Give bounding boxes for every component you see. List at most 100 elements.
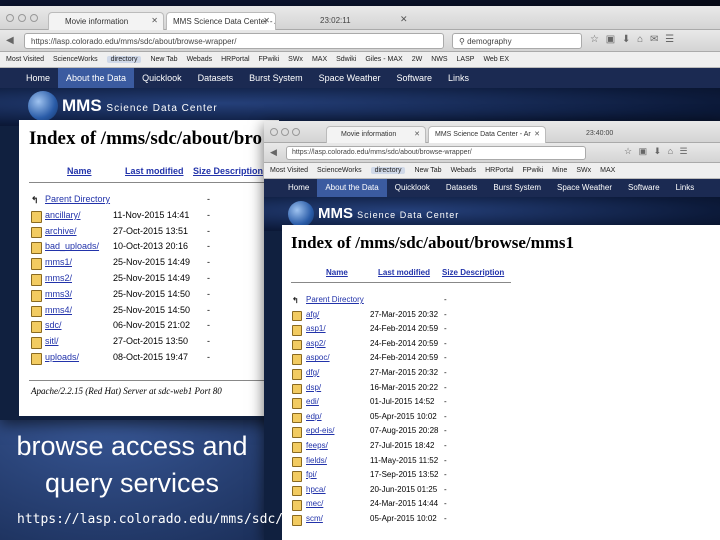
file-link[interactable]: mec/ — [306, 499, 323, 508]
file-link[interactable]: asp2/ — [306, 339, 326, 348]
close-tab-icon[interactable]: ✕ — [534, 130, 540, 138]
file-link[interactable]: edp/ — [306, 412, 322, 421]
file-link[interactable]: asp1/ — [306, 324, 326, 333]
bookmark-item[interactable]: New Tab — [150, 56, 177, 63]
close-dot[interactable] — [6, 14, 14, 22]
col-size-header[interactable]: Size Description — [442, 268, 504, 277]
bookmark-item[interactable]: Webads — [187, 56, 213, 63]
bookmark-item[interactable]: directory — [106, 56, 142, 63]
bookmark-item[interactable]: HRPortal — [485, 167, 513, 174]
back-tab-2[interactable]: MMS Science Data Center - Ar ✕ — [166, 12, 276, 30]
bookmark-item[interactable]: ScienceWorks — [53, 56, 98, 63]
bookmark-item[interactable]: Web EX — [483, 56, 509, 63]
file-link[interactable]: aspoc/ — [306, 353, 330, 362]
bookmark-item[interactable]: LASP — [457, 56, 475, 63]
minimize-dot[interactable] — [18, 14, 26, 22]
back-search-field[interactable]: ⚲ demography — [452, 33, 582, 49]
close-tab-icon[interactable]: ✕ — [414, 130, 420, 138]
menu-item[interactable]: Datasets — [190, 68, 242, 88]
file-link[interactable]: mms3/ — [45, 289, 72, 299]
caption-link[interactable]: https://lasp.colorado.edu/mms/sdc/ — [17, 512, 283, 527]
menu-item[interactable]: Burst System — [485, 179, 549, 197]
col-size-header[interactable]: Size Description — [193, 166, 263, 176]
file-link[interactable]: hpca/ — [306, 485, 326, 494]
menu-item[interactable]: Links — [668, 179, 703, 197]
file-link[interactable]: sdc/ — [45, 320, 62, 330]
minimize-dot[interactable] — [281, 128, 289, 136]
toolbar-icons[interactable]: ☆ ▣ ⬇ ⌂ ☰ — [624, 146, 690, 157]
bookmark-item[interactable]: Mine — [552, 167, 567, 174]
file-link[interactable]: ancillary/ — [45, 210, 81, 220]
menu-item[interactable]: Burst System — [241, 68, 311, 88]
menu-item[interactable]: Datasets — [438, 179, 486, 197]
file-link[interactable]: epd-eis/ — [306, 426, 334, 435]
nav-back-icon[interactable]: ◀ — [6, 35, 16, 46]
file-link[interactable]: archive/ — [45, 226, 77, 236]
modified-date: 24-Feb-2014 20:59 — [370, 324, 439, 334]
menu-item[interactable]: Links — [440, 68, 477, 88]
bookmark-item[interactable]: HRPortal — [221, 56, 249, 63]
file-link[interactable]: fields/ — [306, 456, 327, 465]
new-tab-button[interactable]: ✕ — [400, 14, 408, 25]
bookmark-item[interactable]: Most Visited — [270, 167, 308, 174]
col-name-header[interactable]: Name — [67, 166, 92, 176]
file-link[interactable]: dsp/ — [306, 383, 321, 392]
col-modified-header[interactable]: Last modified — [378, 268, 430, 277]
menu-item[interactable]: Quicklook — [387, 179, 438, 197]
file-link[interactable]: edi/ — [306, 397, 319, 406]
front-url-field[interactable]: https://lasp.colorado.edu/mms/sdc/about/… — [286, 146, 586, 160]
file-link[interactable]: Parent Directory — [306, 295, 364, 304]
col-modified-header[interactable]: Last modified — [125, 166, 184, 176]
file-link[interactable]: fpi/ — [306, 470, 317, 479]
back-url-field[interactable]: https://lasp.colorado.edu/mms/sdc/about/… — [24, 33, 444, 49]
close-dot[interactable] — [270, 128, 278, 136]
bookmark-item[interactable]: SWx — [288, 56, 303, 63]
close-tab-icon[interactable]: ✕ — [263, 16, 270, 25]
file-link[interactable]: dfg/ — [306, 368, 319, 377]
menu-item[interactable]: Software — [389, 68, 441, 88]
front-tab-2[interactable]: MMS Science Data Center - Ar ✕ — [428, 126, 546, 143]
bookmark-item[interactable]: Webads — [451, 167, 477, 174]
file-link[interactable]: mms2/ — [45, 273, 72, 283]
bookmark-item[interactable]: directory — [370, 167, 406, 174]
bookmark-item[interactable]: SWx — [576, 167, 591, 174]
file-link[interactable]: scm/ — [306, 514, 323, 523]
bookmark-item[interactable]: Giles - MAX — [365, 56, 402, 63]
front-tab-1[interactable]: Movie information ✕ — [326, 126, 426, 143]
menu-item[interactable]: Home — [18, 68, 58, 88]
close-tab-icon[interactable]: ✕ — [151, 16, 158, 25]
bookmark-item[interactable]: New Tab — [414, 167, 441, 174]
back-tab-1[interactable]: Movie information ✕ — [48, 12, 164, 30]
col-name-header[interactable]: Name — [326, 268, 348, 277]
file-size: - — [444, 397, 447, 407]
menu-item[interactable]: About the Data — [317, 179, 387, 197]
menu-item[interactable]: Space Weather — [311, 68, 389, 88]
bookmark-item[interactable]: Sdwiki — [336, 56, 356, 63]
toolbar-icons[interactable]: ☆ ▣ ⬇ ⌂ ✉ ☰ — [590, 34, 676, 45]
file-link[interactable]: feeps/ — [306, 441, 328, 450]
menu-item[interactable]: Home — [280, 179, 317, 197]
bookmark-item[interactable]: Most Visited — [6, 56, 44, 63]
bookmark-item[interactable]: NWS — [431, 56, 447, 63]
file-link[interactable]: afg/ — [306, 310, 319, 319]
zoom-dot[interactable] — [30, 14, 38, 22]
file-link[interactable]: Parent Directory — [45, 194, 110, 204]
bookmark-item[interactable]: FPwiki — [523, 167, 544, 174]
bookmark-item[interactable]: MAX — [600, 167, 615, 174]
zoom-dot[interactable] — [292, 128, 300, 136]
menu-item[interactable]: About the Data — [58, 68, 135, 88]
bookmark-item[interactable]: ScienceWorks — [317, 167, 362, 174]
nav-back-icon[interactable]: ◀ — [270, 147, 279, 158]
menu-item[interactable]: Quicklook — [134, 68, 190, 88]
bookmark-item[interactable]: MAX — [312, 56, 327, 63]
file-link[interactable]: sitl/ — [45, 336, 59, 346]
folder-icon — [292, 354, 302, 365]
file-link[interactable]: bad_uploads/ — [45, 241, 99, 251]
file-link[interactable]: uploads/ — [45, 352, 79, 362]
menu-item[interactable]: Space Weather — [549, 179, 620, 197]
bookmark-item[interactable]: FPwiki — [259, 56, 280, 63]
bookmark-item[interactable]: 2W — [412, 56, 423, 63]
file-link[interactable]: mms4/ — [45, 305, 72, 315]
file-link[interactable]: mms1/ — [45, 257, 72, 267]
menu-item[interactable]: Software — [620, 179, 668, 197]
